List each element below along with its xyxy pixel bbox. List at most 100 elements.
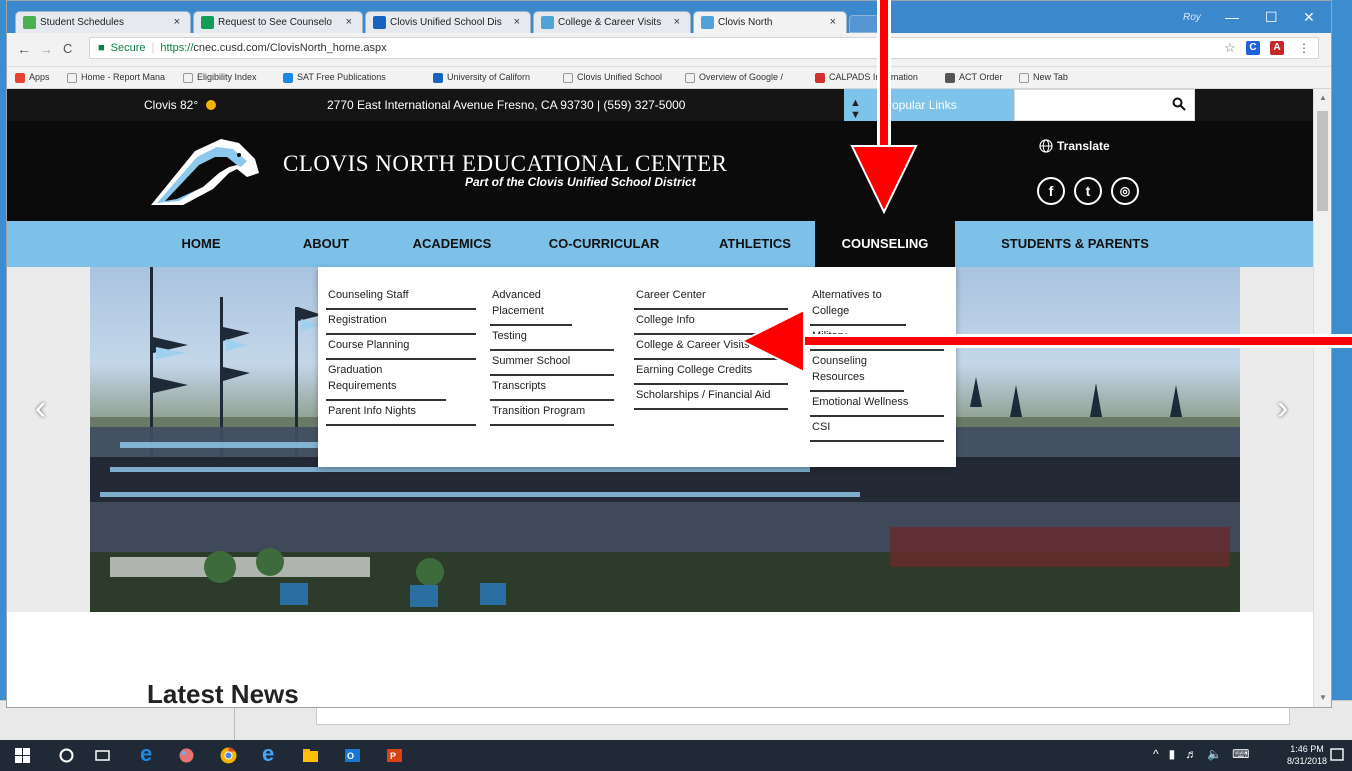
- menu-item-alternatives-to-college[interactable]: Alternatives to College: [810, 285, 906, 326]
- address-bar-row: ← → C ■ Secure | https:// cnec.cusd.com/…: [7, 33, 1331, 67]
- tab-clovis-north[interactable]: Clovis North ×: [693, 11, 847, 33]
- menu-item-transition-program[interactable]: Transition Program: [490, 401, 614, 426]
- chrome-icon[interactable]: [220, 747, 237, 764]
- popular-links-dropdown[interactable]: ▲ ▼ Popular Links: [844, 89, 1014, 121]
- menu-item-registration[interactable]: Registration: [326, 310, 476, 335]
- scroll-up-icon[interactable]: ▲: [1319, 93, 1327, 102]
- minimize-icon[interactable]: —: [1225, 9, 1239, 25]
- menu-item-testing[interactable]: Testing: [490, 326, 614, 351]
- windows-taskbar: e e O P ^ ▮ ♬ 🔈 ⌨ 1:46 PM 8/31/2018: [0, 740, 1352, 771]
- svg-text:P: P: [390, 751, 396, 761]
- task-view-icon[interactable]: [94, 747, 111, 764]
- tab-title: College & Career Visits: [558, 17, 662, 28]
- facebook-icon[interactable]: f: [1037, 177, 1065, 205]
- bookmark-act-order[interactable]: ACT Order: [945, 72, 1002, 83]
- maximize-icon[interactable]: ☐: [1265, 9, 1278, 26]
- menu-item-transcripts[interactable]: Transcripts: [490, 376, 614, 401]
- internet-explorer-icon[interactable]: e: [262, 741, 279, 766]
- menu-item-military[interactable]: Military: [810, 326, 944, 351]
- instagram-icon[interactable]: ◎: [1111, 177, 1139, 205]
- scroll-thumb[interactable]: [1317, 111, 1328, 211]
- carousel-prev-icon[interactable]: ‹: [35, 389, 46, 428]
- nav-about[interactable]: ABOUT: [287, 221, 365, 267]
- site-favicon-icon: [541, 16, 554, 29]
- cortana-icon[interactable]: [58, 747, 75, 764]
- bookmark-university-of-california[interactable]: University of Californ: [433, 72, 530, 83]
- bookmark-label: Home - Report Mana: [81, 72, 166, 82]
- reload-icon[interactable]: C: [63, 41, 72, 56]
- notifications-icon[interactable]: [1330, 747, 1344, 764]
- tab-title: Clovis North: [718, 17, 773, 28]
- bookmark-calpads[interactable]: CALPADS Information: [815, 72, 918, 83]
- back-icon[interactable]: ←: [17, 41, 31, 57]
- menu-item-graduation-requirements[interactable]: Graduation Requirements: [326, 360, 446, 401]
- carousel-next-icon[interactable]: ›: [1277, 389, 1288, 428]
- menu-item-college-info[interactable]: College Info: [634, 310, 788, 335]
- close-icon[interactable]: ×: [514, 16, 520, 28]
- bookmark-apps[interactable]: Apps: [15, 72, 50, 83]
- site-search-input[interactable]: [1014, 89, 1195, 121]
- nav-athletics[interactable]: ATHLETICS: [705, 221, 805, 267]
- translate-link[interactable]: Translate: [1039, 139, 1110, 153]
- menu-item-scholarships-financial-aid[interactable]: Scholarships / Financial Aid: [634, 385, 788, 410]
- profile-name[interactable]: Roy: [1183, 12, 1201, 23]
- twitter-icon[interactable]: t: [1074, 177, 1102, 205]
- file-explorer-icon[interactable]: [302, 747, 319, 764]
- bookmark-eligibility-index[interactable]: Eligibility Index: [183, 72, 257, 83]
- page-scrollbar[interactable]: ▲ ▼: [1313, 89, 1331, 707]
- tab-college-career-visits[interactable]: College & Career Visits ×: [533, 11, 691, 33]
- url-input[interactable]: ■ Secure | https:// cnec.cusd.com/Clovis…: [89, 37, 1319, 59]
- close-icon[interactable]: ×: [830, 16, 836, 28]
- menu-item-summer-school[interactable]: Summer School: [490, 351, 614, 376]
- windows-start-icon[interactable]: [14, 747, 31, 764]
- tab-request-counselor[interactable]: Request to See Counselo ×: [193, 11, 363, 33]
- menu-item-college-career-visits[interactable]: College & Career Visits: [634, 335, 788, 360]
- bookmark-label: New Tab: [1033, 72, 1068, 82]
- paint-app-icon[interactable]: [178, 747, 195, 764]
- nav-counseling[interactable]: COUNSELING: [815, 221, 955, 267]
- close-icon[interactable]: ×: [674, 16, 680, 28]
- window-close-icon[interactable]: ✕: [1303, 9, 1315, 26]
- menu-item-advanced-placement[interactable]: Advanced Placement: [490, 285, 572, 326]
- star-icon[interactable]: ☆: [1224, 40, 1236, 56]
- bookmark-report-manager[interactable]: Home - Report Mana: [67, 72, 165, 83]
- nav-co-curricular[interactable]: CO-CURRICULAR: [533, 221, 675, 267]
- tab-clovis-unified[interactable]: Clovis Unified School Dis ×: [365, 11, 531, 33]
- forward-icon[interactable]: →: [39, 41, 53, 57]
- system-tray-icons[interactable]: ^ ▮ ♬ 🔈 ⌨: [1153, 747, 1250, 761]
- nav-academics[interactable]: ACADEMICS: [399, 221, 505, 267]
- bronco-logo-icon[interactable]: [143, 133, 271, 209]
- scroll-down-icon[interactable]: ▼: [1319, 693, 1327, 702]
- nav-students-parents[interactable]: STUDENTS & PARENTS: [987, 221, 1163, 267]
- menu-item-csi[interactable]: CSI: [810, 417, 944, 442]
- weather-widget: Clovis 82°: [144, 98, 217, 112]
- close-icon[interactable]: ×: [174, 16, 180, 28]
- bookmark-google-overview[interactable]: Overview of Google /: [685, 72, 783, 83]
- search-icon[interactable]: [1172, 97, 1186, 111]
- menu-kebab-icon[interactable]: ⋮: [1298, 41, 1310, 55]
- tab-student-schedules[interactable]: Student Schedules ×: [15, 11, 191, 33]
- bookmark-new-tab[interactable]: New Tab: [1019, 72, 1068, 83]
- taskbar-clock[interactable]: 1:46 PM 8/31/2018: [1287, 743, 1327, 767]
- new-tab-button[interactable]: [849, 15, 879, 33]
- bookmark-sat[interactable]: SAT Free Publications: [283, 72, 386, 83]
- bookmarks-bar: Apps Home - Report Mana Eligibility Inde…: [7, 67, 1331, 89]
- powerpoint-icon[interactable]: P: [386, 747, 403, 764]
- bookmark-clovis-unified[interactable]: Clovis Unified School: [563, 72, 662, 83]
- nav-home[interactable]: HOME: [159, 221, 243, 267]
- menu-item-course-planning[interactable]: Course Planning: [326, 335, 476, 360]
- tab-title: Request to See Counselo: [218, 17, 332, 28]
- menu-item-counseling-staff[interactable]: Counseling Staff: [326, 285, 476, 310]
- menu-item-counseling-resources[interactable]: Counseling Resources: [810, 351, 904, 392]
- school-name[interactable]: CLOVIS NORTH EDUCATIONAL CENTER: [283, 151, 728, 177]
- menu-item-earning-college-credits[interactable]: Earning College Credits: [634, 360, 788, 385]
- outlook-icon[interactable]: O: [344, 747, 361, 764]
- menu-item-emotional-wellness[interactable]: Emotional Wellness: [810, 392, 944, 417]
- page-icon: [67, 72, 77, 83]
- menu-item-career-center[interactable]: Career Center: [634, 285, 788, 310]
- pdf-extension-icon[interactable]: A: [1270, 41, 1284, 55]
- edge-browser-icon[interactable]: e: [140, 741, 157, 766]
- extension-c-icon[interactable]: C: [1246, 41, 1260, 55]
- close-icon[interactable]: ×: [346, 16, 352, 28]
- menu-item-parent-info-nights[interactable]: Parent Info Nights: [326, 401, 476, 426]
